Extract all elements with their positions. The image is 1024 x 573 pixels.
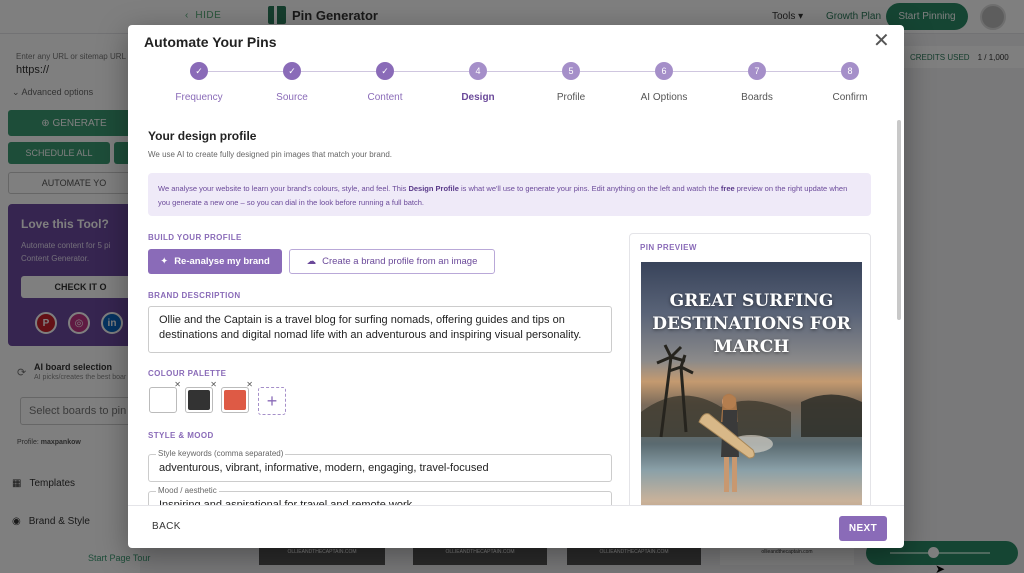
step-8-label[interactable]: Confirm: [810, 92, 890, 103]
modal-footer: BACK NEXT: [128, 505, 904, 548]
step-7-label[interactable]: Boards: [717, 92, 797, 103]
step-connector: [766, 71, 841, 72]
pin-preview-image: GREAT SURFING DESTINATIONS FOR MARCH: [641, 262, 862, 505]
section-title: Your design profile: [148, 129, 257, 143]
step-3-check-icon[interactable]: ✓: [376, 62, 394, 80]
step-1-check-icon[interactable]: ✓: [190, 62, 208, 80]
colour-swatch[interactable]: ✕: [185, 380, 217, 413]
section-subtitle: We use AI to create fully designed pin i…: [148, 150, 392, 159]
sparkle-icon: ✦: [160, 256, 169, 267]
step-5-label[interactable]: Profile: [531, 92, 611, 103]
step-connector: [208, 71, 283, 72]
design-profile-content: Your design profile We use AI to create …: [148, 129, 891, 505]
build-profile-label: BUILD YOUR PROFILE: [148, 233, 242, 242]
step-2-check-icon[interactable]: ✓: [283, 62, 301, 80]
back-button[interactable]: BACK: [152, 521, 181, 532]
brand-from-image-button[interactable]: ☁ Create a brand profile from an image: [289, 249, 495, 274]
reanalyse-brand-button[interactable]: ✦ Re-analyse my brand: [148, 249, 282, 274]
step-connector: [394, 71, 469, 72]
step-4-label[interactable]: Design: [438, 92, 518, 103]
step-4-indicator[interactable]: 4: [469, 62, 487, 80]
pin-preview-card: PIN PREVIEW GREAT SURFING DESTINATIONS F…: [629, 233, 871, 505]
step-2-label[interactable]: Source: [252, 92, 332, 103]
step-3-label[interactable]: Content: [345, 92, 425, 103]
info-box: We analyse your website to learn your br…: [148, 173, 871, 216]
brand-description-textarea[interactable]: Ollie and the Captain is a travel blog f…: [148, 306, 612, 353]
style-keywords-input[interactable]: adventurous, vibrant, informative, moder…: [148, 454, 612, 482]
upload-cloud-icon: ☁: [306, 256, 317, 267]
automate-pins-modal: Automate Your Pins ✕ ✓ Frequency ✓ Source ✓ C…: [128, 25, 904, 548]
step-6-label[interactable]: AI Options: [624, 92, 704, 103]
remove-colour-icon[interactable]: ✕: [246, 380, 253, 389]
remove-colour-icon[interactable]: ✕: [174, 380, 181, 389]
step-connector: [301, 71, 376, 72]
colour-swatch[interactable]: ✕: [221, 380, 253, 413]
surfer-illustration: [641, 344, 862, 492]
colour-palette-label: COLOUR PALETTE: [148, 369, 227, 378]
close-icon[interactable]: ✕: [873, 31, 890, 51]
stepper: ✓ Frequency ✓ Source ✓ Content 4 Design 5 Profile…: [128, 61, 904, 111]
step-connector: [487, 71, 562, 72]
brand-description-label: BRAND DESCRIPTION: [148, 291, 241, 300]
style-keywords-legend: Style keywords (comma separated): [156, 449, 286, 458]
next-button[interactable]: NEXT: [839, 516, 887, 541]
step-6-indicator[interactable]: 6: [655, 62, 673, 80]
step-connector: [580, 71, 655, 72]
scrollbar[interactable]: [897, 120, 901, 320]
add-colour-button[interactable]: +: [258, 387, 286, 415]
modal-title: Automate Your Pins: [144, 34, 277, 50]
step-connector: [673, 71, 748, 72]
step-7-indicator[interactable]: 7: [748, 62, 766, 80]
mouse-cursor-icon: ➤: [935, 562, 946, 573]
style-mood-label: STYLE & MOOD: [148, 431, 214, 440]
step-8-indicator[interactable]: 8: [841, 62, 859, 80]
colour-swatch[interactable]: ✕: [149, 380, 181, 413]
mood-legend: Mood / aesthetic: [156, 486, 219, 495]
remove-colour-icon[interactable]: ✕: [210, 380, 217, 389]
step-1-label[interactable]: Frequency: [159, 92, 239, 103]
pin-preview-label: PIN PREVIEW: [640, 243, 697, 252]
step-5-indicator[interactable]: 5: [562, 62, 580, 80]
